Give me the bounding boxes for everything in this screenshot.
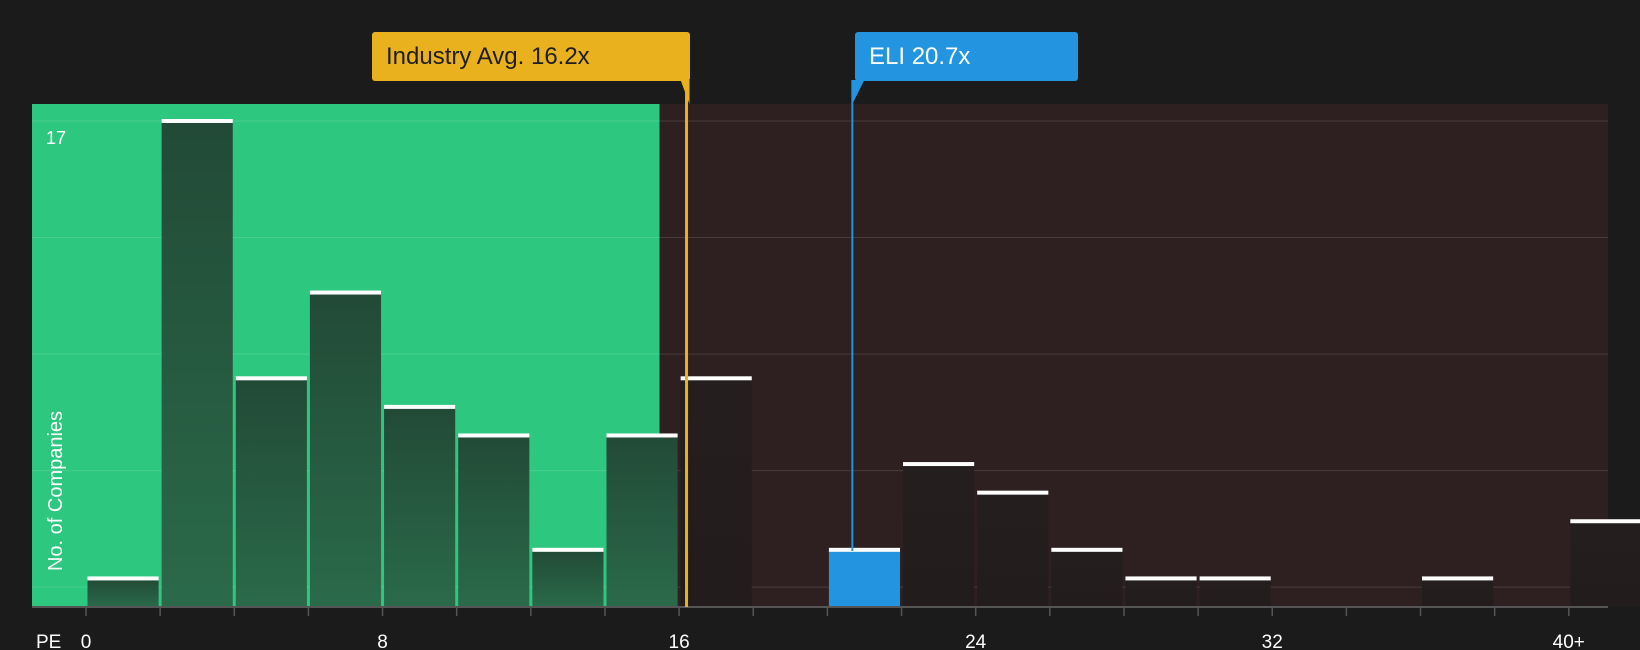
histogram-bar-cap	[532, 547, 604, 552]
histogram-bar-cap	[1570, 519, 1640, 524]
histogram-bar	[828, 549, 901, 607]
histogram-bar-cap	[1199, 576, 1271, 581]
y-axis-title: No. of Companies	[45, 411, 67, 571]
histogram-bar	[977, 492, 1049, 607]
histogram-bar	[161, 121, 233, 607]
x-tick-label: 24	[965, 632, 987, 650]
histogram-bar	[1570, 521, 1640, 607]
industry-avg-callout: Industry Avg. 16.2x	[372, 32, 690, 81]
histogram-bar-cap	[977, 490, 1049, 495]
company-pointer	[852, 80, 865, 104]
histogram-bar-cap	[1051, 547, 1123, 552]
histogram-bar	[1199, 578, 1271, 607]
histogram-bar-cap	[1125, 576, 1197, 581]
histogram-bar	[1051, 549, 1123, 607]
y-max-label: 17	[46, 128, 66, 148]
x-tick-label: 8	[377, 632, 388, 650]
company-label: ELI 20.7x	[869, 43, 971, 70]
histogram-bar-cap	[606, 433, 678, 438]
histogram-bar-cap	[1422, 576, 1494, 581]
histogram-bar-cap	[680, 376, 752, 381]
chart-plot: 0 8 16 24 32 40+ PE 17 No. of Companies	[32, 80, 1640, 650]
histogram-bar	[680, 378, 752, 607]
company-callout: ELI 20.7x	[855, 32, 1078, 81]
histogram-bar	[458, 435, 530, 607]
above-average-region	[659, 104, 1608, 607]
histogram-bar-cap	[384, 404, 456, 409]
histogram-bar-cap	[458, 433, 530, 438]
pe-distribution-chart: 0 8 16 24 32 40+ PE 17 No. of Companies Industry…	[0, 0, 1640, 650]
industry-avg-label: Industry Avg. 16.2x	[386, 43, 590, 70]
x-tick-label: 40+	[1553, 632, 1585, 650]
histogram-bar-cap	[87, 576, 159, 581]
histogram-bar	[309, 292, 382, 607]
histogram-bar	[1125, 578, 1197, 607]
histogram-bar-cap	[903, 462, 975, 467]
x-tick-label: 32	[1262, 632, 1283, 650]
histogram-bar-cap	[828, 547, 901, 552]
histogram-bar	[235, 378, 307, 607]
histogram-bar-cap	[235, 376, 307, 381]
histogram-bar	[1422, 578, 1494, 607]
histogram-bar	[606, 435, 678, 607]
histogram-bar-cap	[309, 290, 382, 295]
x-axis-title: PE	[36, 632, 61, 650]
histogram-bar	[384, 406, 456, 607]
histogram-bar	[87, 578, 159, 607]
x-tick-label: 16	[669, 632, 690, 650]
histogram-bar	[903, 464, 975, 607]
histogram-bar-cap	[161, 119, 233, 123]
histogram-bar	[532, 549, 604, 607]
x-tick-label: 0	[81, 632, 92, 650]
